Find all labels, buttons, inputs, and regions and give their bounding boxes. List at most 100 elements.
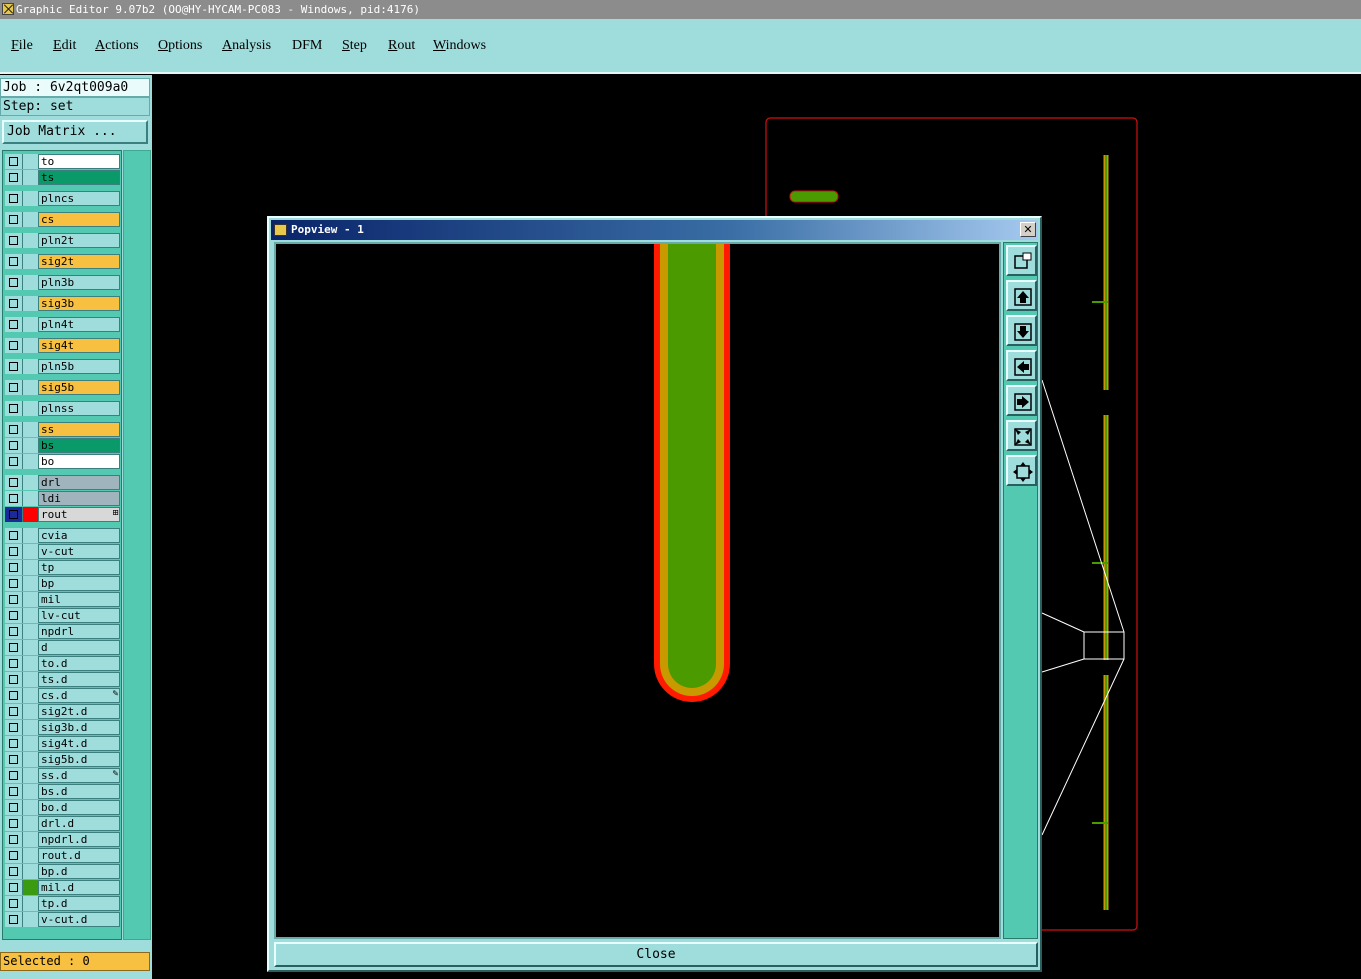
layer-name[interactable]: to [38, 154, 120, 169]
layer-row-sig3b.d[interactable]: sig3b.d [3, 720, 121, 735]
layer-name[interactable]: bp [38, 576, 120, 591]
layer-row-lv-cut[interactable]: lv-cut [3, 608, 121, 623]
layer-name[interactable]: sig2t [38, 254, 120, 269]
layer-name[interactable]: pln3b [38, 275, 120, 290]
layer-color-swatch[interactable] [23, 212, 38, 227]
layer-name[interactable]: tp [38, 560, 120, 575]
layer-row-tp.d[interactable]: tp.d [3, 896, 121, 911]
layer-name[interactable]: cs [38, 212, 120, 227]
layer-checkbox[interactable] [5, 832, 23, 847]
layer-name[interactable]: pln4t [38, 317, 120, 332]
layer-name[interactable]: mil [38, 592, 120, 607]
layer-name[interactable]: ts.d [38, 672, 120, 687]
layer-color-swatch[interactable] [23, 672, 38, 687]
job-matrix-button[interactable]: Job Matrix ... [2, 120, 148, 144]
layer-name[interactable]: bs.d [38, 784, 120, 799]
layer-row-sig2t[interactable]: sig2t [3, 254, 121, 269]
layer-name[interactable]: pln5b [38, 359, 120, 374]
layer-name[interactable]: sig2t.d [38, 704, 120, 719]
layer-name[interactable]: sig4t.d [38, 736, 120, 751]
layer-color-swatch[interactable] [23, 848, 38, 863]
layer-name[interactable]: drl [38, 475, 120, 490]
pan-left-button[interactable] [1006, 350, 1037, 381]
menu-dfm[interactable]: DFM [292, 38, 322, 54]
layer-color-swatch[interactable] [23, 912, 38, 927]
layer-color-swatch[interactable] [23, 454, 38, 469]
layer-name[interactable]: sig5b.d [38, 752, 120, 767]
layer-row-bs[interactable]: bs [3, 438, 121, 453]
zoom-out-button[interactable] [1006, 455, 1037, 486]
layer-checkbox[interactable] [5, 233, 23, 248]
layer-checkbox[interactable] [5, 491, 23, 506]
layer-name[interactable]: mil.d [38, 880, 120, 895]
layer-checkbox[interactable] [5, 720, 23, 735]
layer-color-swatch[interactable] [23, 880, 38, 895]
layer-color-swatch[interactable] [23, 544, 38, 559]
layer-color-swatch[interactable] [23, 576, 38, 591]
layer-checkbox[interactable] [5, 656, 23, 671]
layer-row-sig5b[interactable]: sig5b [3, 380, 121, 395]
popview-title-bar[interactable]: Popview - 1 ✕ [271, 220, 1038, 240]
layer-name[interactable]: ldi [38, 491, 120, 506]
layer-name[interactable]: bo [38, 454, 120, 469]
layer-row-bp[interactable]: bp [3, 576, 121, 591]
layer-row-sig4t[interactable]: sig4t [3, 338, 121, 353]
layer-checkbox[interactable] [5, 768, 23, 783]
layer-checkbox[interactable] [5, 576, 23, 591]
layer-checkbox[interactable] [5, 752, 23, 767]
layer-name[interactable]: rout.d [38, 848, 120, 863]
layer-checkbox[interactable] [5, 401, 23, 416]
layer-color-swatch[interactable] [23, 359, 38, 374]
layer-row-sig5b.d[interactable]: sig5b.d [3, 752, 121, 767]
layer-color-swatch[interactable] [23, 170, 38, 185]
layer-checkbox[interactable] [5, 317, 23, 332]
layer-name[interactable]: lv-cut [38, 608, 120, 623]
layer-checkbox[interactable] [5, 608, 23, 623]
layer-row-npdrl.d[interactable]: npdrl.d [3, 832, 121, 847]
layer-checkbox[interactable] [5, 338, 23, 353]
layer-row-npdrl[interactable]: npdrl [3, 624, 121, 639]
layer-color-swatch[interactable] [23, 736, 38, 751]
layer-color-swatch[interactable] [23, 832, 38, 847]
layer-row-cs.d[interactable]: cs.d ✎ [3, 688, 121, 703]
layer-name[interactable]: plnss [38, 401, 120, 416]
layer-color-swatch[interactable] [23, 191, 38, 206]
layer-row-cvia[interactable]: cvia [3, 528, 121, 543]
layer-name[interactable]: bs [38, 438, 120, 453]
layer-checkbox[interactable] [5, 507, 23, 522]
layer-checkbox[interactable] [5, 191, 23, 206]
layer-name[interactable]: sig4t [38, 338, 120, 353]
layer-name[interactable]: npdrl.d [38, 832, 120, 847]
layer-name[interactable]: to.d [38, 656, 120, 671]
layer-color-swatch[interactable] [23, 608, 38, 623]
layer-checkbox[interactable] [5, 438, 23, 453]
layer-color-swatch[interactable] [23, 380, 38, 395]
menu-rout[interactable]: Rout [388, 38, 415, 54]
layer-color-swatch[interactable] [23, 154, 38, 169]
layer-row-sig3b[interactable]: sig3b [3, 296, 121, 311]
layer-color-swatch[interactable] [23, 864, 38, 879]
layer-color-swatch[interactable] [23, 592, 38, 607]
layer-color-swatch[interactable] [23, 475, 38, 490]
layer-checkbox[interactable] [5, 688, 23, 703]
layer-color-swatch[interactable] [23, 752, 38, 767]
layer-color-swatch[interactable] [23, 688, 38, 703]
layer-color-swatch[interactable] [23, 317, 38, 332]
menu-edit[interactable]: Edit [53, 38, 76, 54]
layer-name[interactable]: ss [38, 422, 120, 437]
layer-row-drl.d[interactable]: drl.d [3, 816, 121, 831]
menu-windows[interactable]: Windows [433, 38, 486, 54]
layer-name[interactable]: rout [38, 507, 120, 522]
layer-row-drl[interactable]: drl [3, 475, 121, 490]
layer-checkbox[interactable] [5, 896, 23, 911]
layer-checkbox[interactable] [5, 359, 23, 374]
layer-name[interactable]: ss.d [38, 768, 120, 783]
layer-row-pln5b[interactable]: pln5b [3, 359, 121, 374]
layer-checkbox[interactable] [5, 528, 23, 543]
layer-color-swatch[interactable] [23, 704, 38, 719]
layer-color-swatch[interactable] [23, 720, 38, 735]
layer-row-mil.d[interactable]: mil.d [3, 880, 121, 895]
menu-step[interactable]: Step [342, 38, 367, 54]
layer-row-mil[interactable]: mil [3, 592, 121, 607]
layer-row-bo[interactable]: bo [3, 454, 121, 469]
